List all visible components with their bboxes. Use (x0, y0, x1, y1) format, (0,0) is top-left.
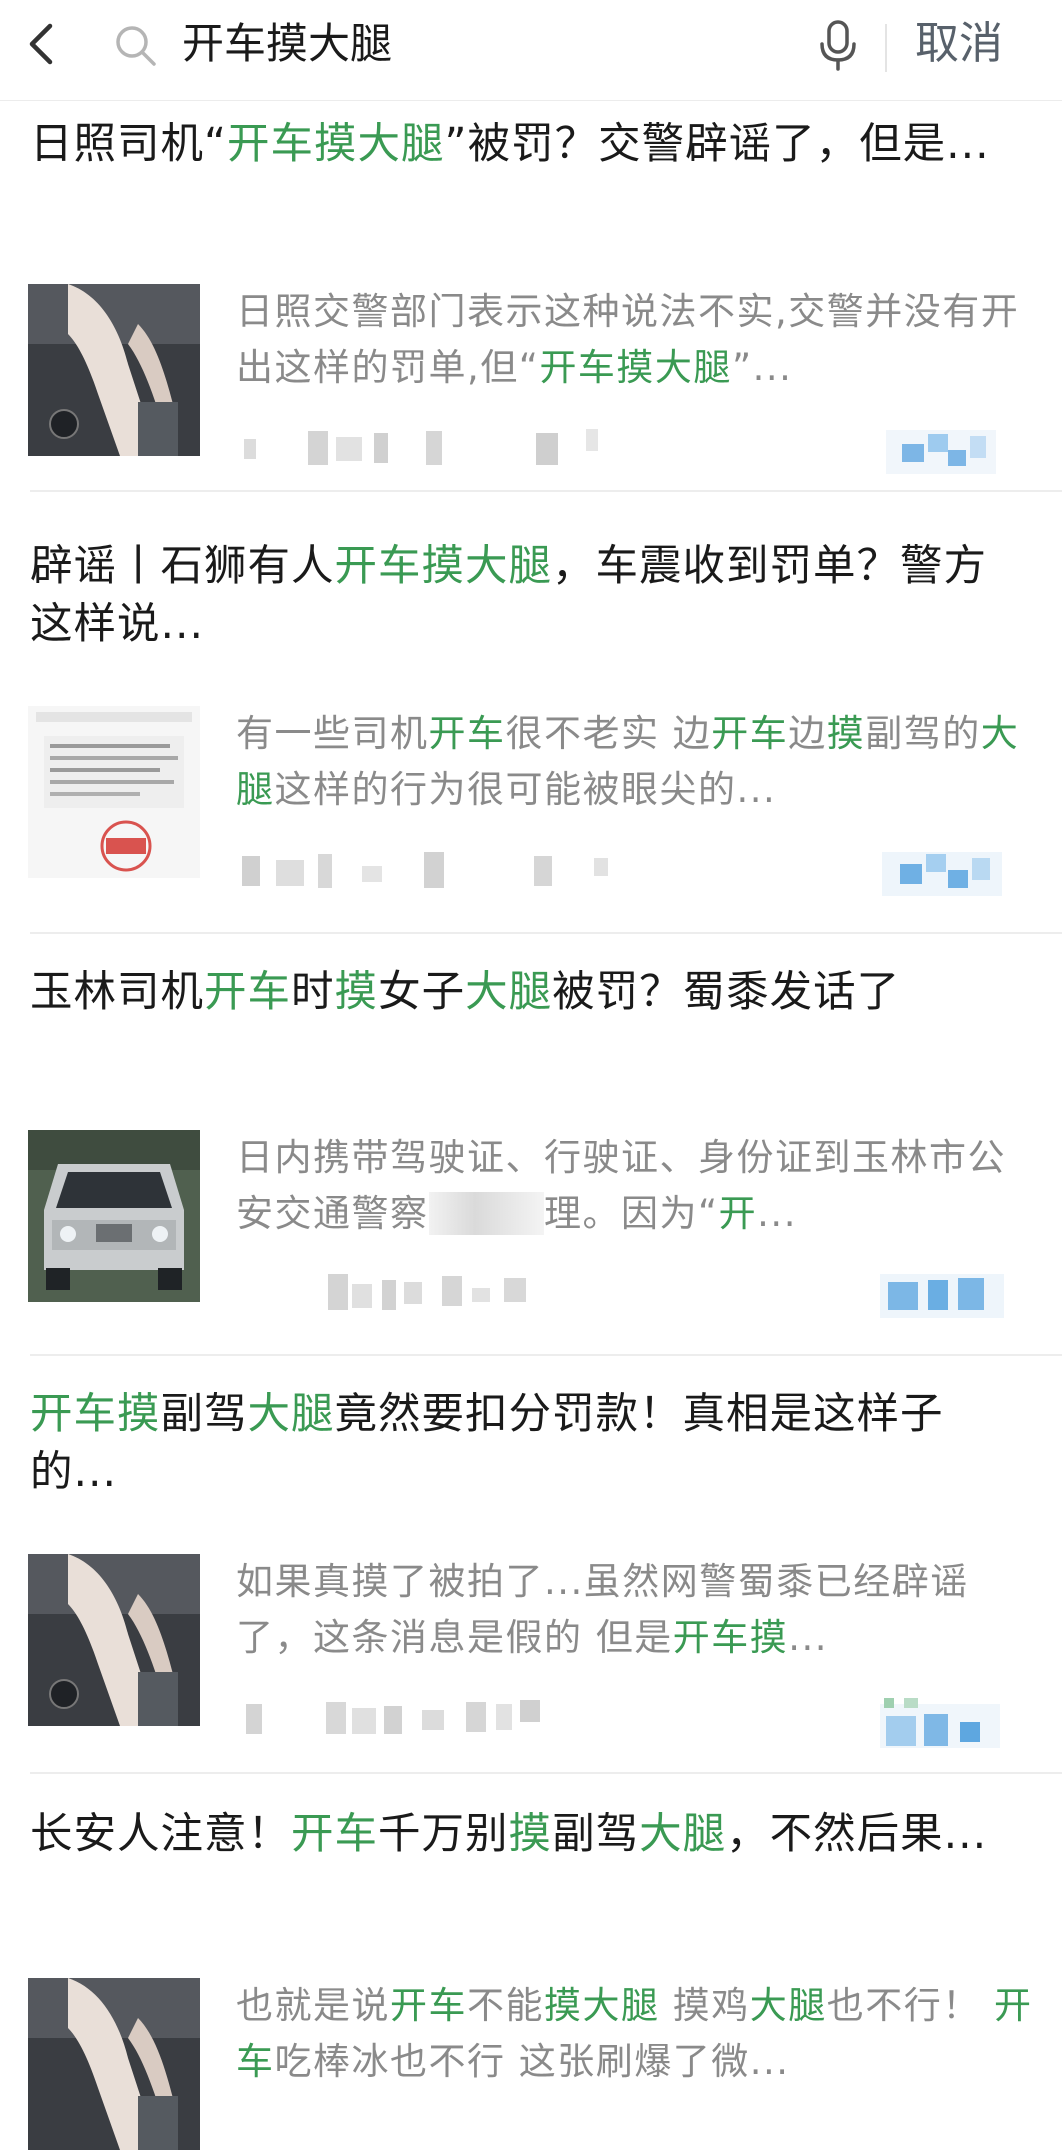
blurred-source-badge (880, 1274, 1004, 1318)
blurred-meta (328, 1274, 526, 1310)
title-text: 长安人注意！ (30, 1810, 292, 1859)
snippet-text: 也不行！ (826, 1984, 995, 2027)
title-text: 千万别 (378, 1810, 509, 1859)
result-item[interactable]: 长安人注意！开车千万别摸副驾大腿，不然后果... 也就是说开车不能摸大腿 摸鸡大… (0, 1798, 1062, 2150)
snippet-text: 不能 (467, 1984, 544, 2027)
snippet-text: 有一些司机 (236, 712, 429, 755)
title-text: ”被罚？交警辟谣了，但是... (444, 120, 990, 169)
snippet-text: 摸鸡 (659, 1984, 750, 2027)
result-snippet: 如果真摸了被拍了...虽然网警蜀黍已经辟谣了，这条消息是假的 但是开车摸... (236, 1554, 1036, 1666)
blurred-meta (242, 852, 608, 888)
title-text: 被罚？蜀黍发话了 (552, 968, 901, 1017)
blurred-meta (244, 429, 598, 465)
title-highlight: 开车摸大腿 (227, 120, 445, 169)
result-item[interactable]: 开车摸副驾大腿竟然要扣分罚款！真相是这样子的... 如果真摸了被拍了...虽然网… (0, 1378, 1062, 1774)
snippet-highlight: 开 (718, 1192, 758, 1235)
result-thumbnail (28, 284, 200, 456)
snippet-text: ... (757, 1192, 797, 1235)
snippet-text: 这样的行为很可能被眼尖的... (274, 768, 777, 811)
search-header: 开车摸大腿 取消 (0, 0, 1062, 101)
snippet-highlight: 大腿 (749, 1984, 827, 2027)
snippet-text: ... (788, 1616, 829, 1659)
title-highlight: 开车 (291, 1810, 379, 1859)
snippet-text: ”... (731, 346, 793, 389)
result-thumbnail (28, 706, 200, 878)
result-title: 玉林司机开车时摸女子大腿被罚？蜀黍发话了 (30, 964, 1030, 1022)
back-icon[interactable] (20, 20, 68, 68)
result-snippet: 日内携带驾驶证、行驶证、身份证到玉林市公安交通警察 理。因为“开... (236, 1130, 1036, 1242)
snippet-highlight: 摸大腿 (544, 1984, 660, 2027)
snippet-highlight: 开车摸大腿 (539, 346, 732, 389)
result-item[interactable]: 玉林司机开车时摸女子大腿被罚？蜀黍发话了 日内携带驾驶证、行驶证、身份证到玉林市… (0, 956, 1062, 1356)
result-separator (30, 1354, 1062, 1356)
snippet-text: 边 (788, 712, 827, 755)
snippet-highlight: 开车摸 (672, 1616, 789, 1659)
snippet-text: 也就是说 (236, 1984, 390, 2027)
header-divider (885, 24, 887, 72)
snippet-text: 吃棒冰也不行 这张刷爆了微... (274, 2040, 790, 2083)
result-item[interactable]: 日照司机“开车摸大腿”被罚？交警辟谣了，但是... 日照交警部门表示这种说法不实… (0, 108, 1062, 492)
result-title: 日照司机“开车摸大腿”被罚？交警辟谣了，但是... (30, 116, 1030, 174)
snippet-blurred-text (428, 1192, 544, 1235)
blurred-source-badge (880, 1698, 1000, 1748)
snippet-text: 理。因为“ (544, 1192, 719, 1235)
snippet-highlight: 开车 (711, 712, 789, 755)
result-title: 辟谣丨石狮有人开车摸大腿，车震收到罚单？警方这样说... (30, 538, 1030, 654)
microphone-icon[interactable] (816, 18, 860, 72)
result-separator (30, 490, 1062, 492)
blurred-source-badge (882, 852, 1002, 896)
snippet-highlight: 开车 (390, 1984, 467, 2027)
title-highlight: 开车摸 (30, 1390, 161, 1439)
title-text: ，不然后果... (726, 1810, 988, 1859)
result-separator (30, 1772, 1062, 1774)
title-text: 玉林司机 (30, 968, 205, 1017)
snippet-highlight: 摸 (826, 712, 866, 755)
result-title: 长安人注意！开车千万别摸副驾大腿，不然后果... (30, 1806, 1030, 1864)
snippet-text: 很不老实 边 (505, 712, 712, 755)
result-thumbnail (28, 1554, 200, 1726)
search-input[interactable]: 开车摸大腿 (182, 14, 392, 74)
snippet-text: 副驾的 (865, 712, 981, 755)
blurred-source-badge (886, 430, 996, 474)
title-highlight: 摸 (334, 968, 379, 1017)
result-thumbnail (28, 1130, 200, 1302)
result-snippet: 有一些司机开车很不老实 边开车边摸副驾的大腿这样的行为很可能被眼尖的... (236, 706, 1036, 818)
cancel-button[interactable]: 取消 (915, 14, 1003, 74)
search-icon (116, 26, 156, 66)
snippet-highlight: 开车 (428, 712, 506, 755)
result-title: 开车摸副驾大腿竟然要扣分罚款！真相是这样子的... (30, 1386, 1030, 1502)
title-text: 女子 (378, 968, 466, 1017)
snippet-text: 如果真摸了被拍了...虽然网警蜀黍已经辟谣了，这条消息是假的 但是 (236, 1560, 969, 1659)
title-text: 日照司机“ (30, 120, 228, 169)
blurred-meta (246, 1700, 540, 1734)
title-text: 辟谣丨石狮有人 (30, 542, 335, 591)
title-text: 副驾 (552, 1810, 640, 1859)
title-highlight: 开车 (204, 968, 292, 1017)
title-highlight: 大腿 (247, 1390, 335, 1439)
result-separator (30, 932, 1062, 934)
result-snippet: 日照交警部门表示这种说法不实,交警并没有开出这样的罚单,但“开车摸大腿”... (236, 284, 1036, 396)
title-highlight: 摸 (508, 1810, 553, 1859)
title-highlight: 大腿 (465, 968, 553, 1017)
title-text: 时 (291, 968, 335, 1017)
result-thumbnail (28, 1978, 200, 2150)
result-snippet: 也就是说开车不能摸大腿 摸鸡大腿也不行！ 开车吃棒冰也不行 这张刷爆了微... (236, 1978, 1036, 2090)
title-text: 副驾 (160, 1390, 248, 1439)
title-highlight: 大腿 (639, 1810, 727, 1859)
title-highlight: 开车摸大腿 (334, 542, 553, 591)
result-item[interactable]: 辟谣丨石狮有人开车摸大腿，车震收到罚单？警方这样说... 有一些司机开车很不老实… (0, 530, 1062, 934)
